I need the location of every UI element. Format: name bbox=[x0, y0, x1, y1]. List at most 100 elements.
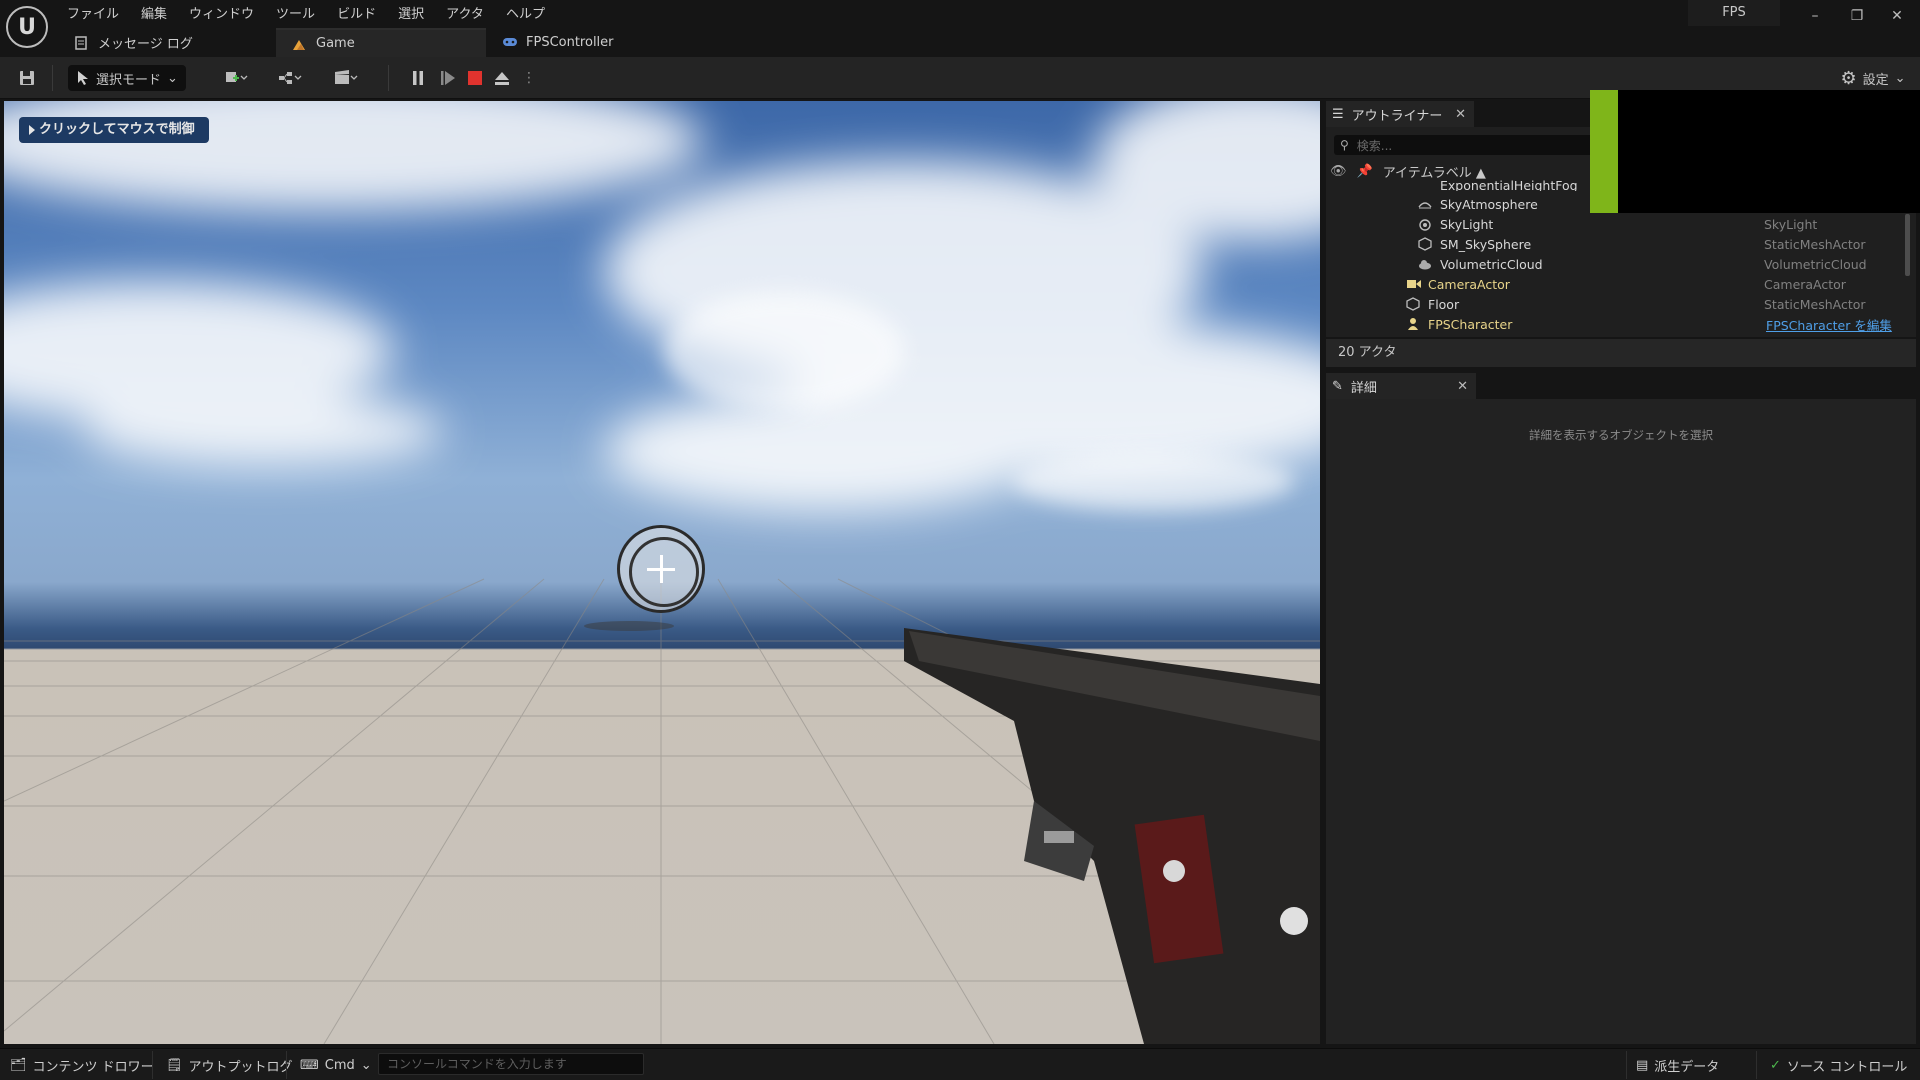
blueprint-icon bbox=[279, 72, 302, 84]
outliner-column-header: 👁 📌 アイテムラベル ▲ bbox=[1326, 161, 1596, 181]
pause-icon bbox=[413, 71, 423, 85]
outliner-row[interactable]: SM_SkySphere StaticMeshActor bbox=[1418, 234, 1916, 254]
select-mode-label: 選択モード bbox=[96, 72, 162, 88]
cmd-dropdown[interactable]: ⌨ Cmd ⌄ bbox=[300, 1053, 372, 1077]
save-icon bbox=[20, 71, 34, 85]
status-divider bbox=[286, 1051, 287, 1079]
menu-bar: ファイル 編集 ウィンドウ ツール ビルド 選択 アクタ ヘルプ bbox=[56, 0, 556, 24]
tab-outliner[interactable]: ☰ アウトライナー ✕ bbox=[1326, 101, 1474, 127]
minimize-button[interactable]: – bbox=[1795, 4, 1835, 28]
edit-fpscharacter-link[interactable]: FPSCharacter を編集 bbox=[1766, 315, 1892, 334]
status-bar: 🗂 コンテンツ ドロワー 🗒 アウトプットログ ⌨ Cmd ⌄ コンソールコマン… bbox=[0, 1048, 1920, 1080]
status-divider bbox=[1626, 1051, 1627, 1079]
editor-window: U ファイル 編集 ウィンドウ ツール ビルド 選択 アクタ ヘルプ FPS –… bbox=[0, 0, 1920, 1080]
game-viewport[interactable]: クリックしてマウスで制御 bbox=[4, 101, 1320, 1044]
menu-build[interactable]: ビルド bbox=[326, 0, 387, 24]
cinematics-button[interactable] bbox=[326, 65, 366, 91]
menu-edit[interactable]: 編集 bbox=[130, 0, 178, 24]
log-icon: 🗒 bbox=[166, 1057, 183, 1073]
cmd-label: Cmd bbox=[324, 1057, 355, 1073]
check-circle-icon: ✓ bbox=[1770, 1057, 1781, 1073]
pistol bbox=[904, 628, 1320, 1044]
tab-label: メッセージ ログ bbox=[98, 37, 193, 52]
save-button[interactable] bbox=[14, 65, 40, 91]
close-icon[interactable]: ✕ bbox=[1457, 379, 1468, 394]
search-placeholder: 検索... bbox=[1356, 138, 1393, 153]
source-control-label: ソース コントロール bbox=[1786, 1059, 1908, 1075]
menu-actor[interactable]: アクタ bbox=[435, 0, 495, 24]
content-drawer-icon: 🗂 bbox=[10, 1057, 27, 1073]
outliner-row[interactable]: FPSCharacter FPSCharacter を編集 bbox=[1406, 314, 1916, 334]
click-to-control-hint[interactable]: クリックしてマウスで制御 bbox=[19, 117, 209, 143]
tab-label: Game bbox=[316, 36, 355, 51]
derived-data-label: 派生データ bbox=[1654, 1059, 1720, 1075]
eject-icon bbox=[495, 72, 509, 85]
details-panel: 詳細を表示するオブジェクトを選択 bbox=[1326, 399, 1916, 1044]
toolbar-divider bbox=[52, 65, 53, 91]
content-drawer-label: コンテンツ ドロワー bbox=[32, 1059, 154, 1075]
document-icon bbox=[74, 35, 88, 50]
camera-icon bbox=[1406, 277, 1421, 291]
fog-icon bbox=[1418, 179, 1432, 191]
tab-details[interactable]: ✎ 詳細 ✕ bbox=[1326, 373, 1476, 399]
pin-icon[interactable]: 📌 bbox=[1357, 164, 1373, 179]
outliner-row[interactable]: ExponentialHeightFog bbox=[1418, 179, 1578, 191]
pencil-icon: ✎ bbox=[1332, 378, 1343, 394]
cloud-icon bbox=[1418, 257, 1432, 271]
outliner-row[interactable]: Floor StaticMeshActor bbox=[1406, 294, 1916, 314]
cursor-icon bbox=[78, 71, 88, 85]
output-log-button[interactable]: 🗒 アウトプットログ bbox=[166, 1053, 293, 1077]
settings-label: 設定 bbox=[1862, 72, 1889, 88]
outliner-row[interactable]: CameraActor CameraActor bbox=[1406, 274, 1916, 294]
stop-icon bbox=[468, 71, 482, 85]
chevron-down-icon: ⌄ bbox=[360, 1057, 372, 1073]
unreal-logo-icon[interactable]: U bbox=[6, 6, 48, 48]
tab-game[interactable]: Game bbox=[276, 28, 486, 57]
menu-help[interactable]: ヘルプ bbox=[495, 0, 556, 24]
outliner-scrollbar[interactable] bbox=[1905, 214, 1910, 276]
content-drawer-button[interactable]: 🗂 コンテンツ ドロワー bbox=[10, 1053, 154, 1077]
source-control-button[interactable]: ✓ ソース コントロール bbox=[1770, 1053, 1907, 1077]
eye-icon[interactable]: 👁 bbox=[1330, 164, 1347, 179]
chevron-down-icon: ⌄ bbox=[1894, 70, 1906, 86]
kebab-menu-icon: ⋮ bbox=[522, 70, 536, 86]
pause-button[interactable] bbox=[404, 65, 432, 91]
select-mode-dropdown[interactable]: 選択モード ⌄ bbox=[68, 65, 186, 91]
blueprint-button[interactable] bbox=[270, 65, 310, 91]
tab-fpscontroller[interactable]: FPSController bbox=[486, 28, 676, 57]
step-frame-button[interactable] bbox=[434, 65, 462, 91]
crosshair-icon bbox=[617, 525, 705, 613]
console-command-input[interactable]: コンソールコマンドを入力します bbox=[378, 1053, 644, 1075]
more-options-button[interactable]: ⋮ bbox=[522, 65, 536, 91]
add-actor-button[interactable] bbox=[216, 65, 256, 91]
settings-button[interactable]: ⚙ 設定 ⌄ bbox=[1834, 65, 1912, 91]
restore-button[interactable]: ❐ bbox=[1837, 4, 1877, 28]
menu-select[interactable]: 選択 bbox=[387, 0, 435, 24]
close-window-button[interactable]: ✕ bbox=[1877, 4, 1917, 28]
close-icon[interactable]: ✕ bbox=[1455, 107, 1466, 122]
static-mesh-icon bbox=[1418, 237, 1432, 251]
terminal-icon: ⌨ bbox=[300, 1057, 319, 1073]
menu-file[interactable]: ファイル bbox=[56, 0, 130, 24]
step-frame-icon bbox=[441, 71, 455, 85]
add-actor-icon bbox=[226, 72, 248, 82]
outliner-row[interactable]: VolumetricCloud VolumetricCloud bbox=[1418, 254, 1916, 274]
gear-icon: ⚙ bbox=[1840, 67, 1857, 89]
menu-window[interactable]: ウィンドウ bbox=[178, 0, 265, 24]
outliner-row[interactable]: SkyLight SkyLight bbox=[1418, 214, 1916, 234]
pawn-icon bbox=[1406, 317, 1420, 331]
outliner-search-input[interactable]: ⚲ 検索... bbox=[1334, 135, 1594, 155]
item-label-column[interactable]: アイテムラベル ▲ bbox=[1383, 162, 1486, 181]
eject-button[interactable] bbox=[488, 65, 516, 91]
derived-data-icon: ▤ bbox=[1636, 1057, 1649, 1073]
search-icon: ⚲ bbox=[1340, 138, 1349, 152]
skylight-icon bbox=[1418, 217, 1432, 231]
stop-button[interactable] bbox=[461, 65, 489, 91]
level-icon bbox=[292, 37, 306, 51]
output-log-label: アウトプットログ bbox=[188, 1059, 293, 1075]
menu-tools[interactable]: ツール bbox=[265, 0, 326, 24]
derived-data-button[interactable]: ▤ 派生データ bbox=[1636, 1053, 1719, 1077]
clapperboard-icon bbox=[335, 70, 358, 84]
tab-message-log[interactable]: メッセージ ログ bbox=[56, 28, 276, 57]
outliner-row[interactable]: SkyAtmosphere bbox=[1418, 194, 1538, 214]
